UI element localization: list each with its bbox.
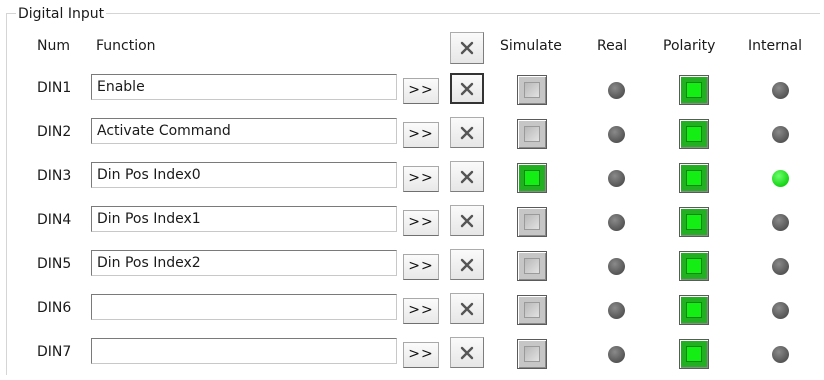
table-row: DIN2 Activate Command >> [0,114,824,156]
close-x-icon [460,214,474,227]
internal-state-led-icon [772,346,789,363]
toggle-face [524,346,540,362]
function-field[interactable]: Din Pos Index2 [91,250,397,276]
group-title: Digital Input [16,5,107,23]
toggle-face [686,82,702,98]
header-polarity: Polarity [663,38,716,54]
real-state-led-icon [608,126,625,143]
table-row: DIN3 Din Pos Index0 >> [0,158,824,200]
real-state-led-icon [608,82,625,99]
simulate-toggle[interactable] [517,251,547,281]
toggle-face [686,346,702,362]
clear-function-button[interactable] [450,337,484,368]
simulate-toggle[interactable] [517,207,547,237]
toggle-face [686,258,702,274]
internal-state-led-icon [772,302,789,319]
clear-function-button[interactable] [450,205,484,236]
toggle-face [524,126,540,142]
function-select-button[interactable]: >> [403,210,439,236]
close-x-icon [460,82,474,95]
header-internal: Internal [748,38,802,54]
function-field[interactable]: Din Pos Index0 [91,162,397,188]
function-field[interactable] [91,338,397,364]
function-field[interactable]: Activate Command [91,118,397,144]
internal-state-led-icon [772,126,789,143]
polarity-toggle[interactable] [679,295,709,325]
din-number: DIN2 [37,124,72,140]
close-x-icon [460,302,474,315]
function-select-button[interactable]: >> [403,166,439,192]
real-state-led-icon [608,258,625,275]
clear-function-button[interactable] [450,73,484,104]
real-state-led-icon [608,346,625,363]
clear-all-button[interactable] [450,32,484,64]
function-select-button[interactable]: >> [403,78,439,104]
table-row: DIN5 Din Pos Index2 >> [0,246,824,288]
header-function: Function [96,38,156,54]
table-row: DIN7 >> [0,334,824,376]
toggle-face [524,214,540,230]
header-num: Num [37,38,70,54]
close-x-icon [460,170,474,183]
polarity-toggle[interactable] [679,163,709,193]
polarity-toggle[interactable] [679,251,709,281]
function-field[interactable]: Din Pos Index1 [91,206,397,232]
header-simulate: Simulate [500,38,562,54]
internal-state-led-icon [772,82,789,99]
clear-function-button[interactable] [450,117,484,148]
din-number: DIN1 [37,80,72,96]
close-x-icon [460,126,474,139]
simulate-toggle[interactable] [517,295,547,325]
polarity-toggle[interactable] [679,75,709,105]
toggle-face [524,302,540,318]
close-x-icon [460,258,474,271]
clear-function-button[interactable] [450,293,484,324]
function-select-button[interactable]: >> [403,298,439,324]
polarity-toggle[interactable] [679,207,709,237]
polarity-toggle[interactable] [679,119,709,149]
real-state-led-icon [608,214,625,231]
din-number: DIN6 [37,300,72,316]
function-select-button[interactable]: >> [403,254,439,280]
internal-state-led-icon [772,258,789,275]
function-select-button[interactable]: >> [403,122,439,148]
close-x-icon [460,346,474,359]
simulate-toggle[interactable] [517,75,547,105]
toggle-face [686,170,702,186]
din-number: DIN5 [37,256,72,272]
real-state-led-icon [608,170,625,187]
internal-state-led-icon [772,170,789,187]
toggle-face [524,82,540,98]
clear-function-button[interactable] [450,161,484,192]
internal-state-led-icon [772,214,789,231]
header-real: Real [597,38,628,54]
table-row: DIN4 Din Pos Index1 >> [0,202,824,244]
clear-function-button[interactable] [450,249,484,280]
polarity-toggle[interactable] [679,339,709,369]
real-state-led-icon [608,302,625,319]
function-select-button[interactable]: >> [403,342,439,368]
din-number: DIN3 [37,168,72,184]
toggle-face [524,258,540,274]
din-number: DIN7 [37,344,72,360]
toggle-face [524,170,540,186]
simulate-toggle[interactable] [517,339,547,369]
toggle-face [686,126,702,142]
table-row: DIN6 >> [0,290,824,332]
table-row: DIN1 Enable >> [0,70,824,112]
toggle-face [686,214,702,230]
din-number: DIN4 [37,212,72,228]
close-x-icon [460,41,474,55]
simulate-toggle[interactable] [517,119,547,149]
toggle-face [686,302,702,318]
function-field[interactable]: Enable [91,74,397,100]
simulate-toggle[interactable] [517,163,547,193]
function-field[interactable] [91,294,397,320]
